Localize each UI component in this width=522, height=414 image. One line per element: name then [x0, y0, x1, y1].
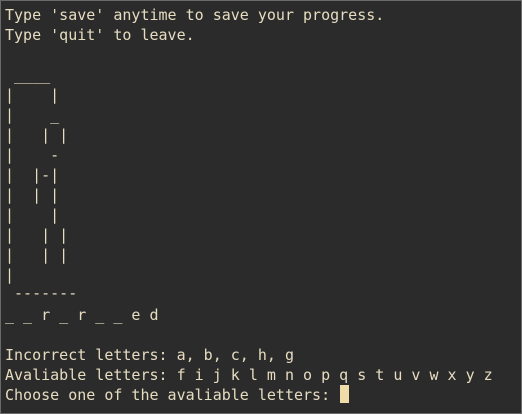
intro-quit-line: Type 'quit' to leave. — [5, 26, 195, 44]
intro-save-line: Type 'save' anytime to save your progres… — [5, 6, 385, 24]
text-cursor[interactable] — [340, 385, 350, 403]
word-pattern: _ _ r _ r _ _ e d — [5, 306, 159, 324]
prompt-text: Choose one of the avaliable letters: — [5, 386, 340, 404]
gallows-row: | _ — [5, 106, 60, 124]
gallows-row: ____ — [5, 66, 51, 84]
gallows-row: | | — [5, 86, 60, 104]
gallows-row: | | | — [5, 226, 69, 244]
gallows-base: ------- — [5, 284, 78, 302]
gallows-row: | |-| — [5, 166, 60, 184]
input-prompt-line[interactable]: Choose one of the avaliable letters: — [5, 385, 350, 405]
gallows-row: | | | — [5, 126, 69, 144]
gallows-row: | - — [5, 146, 60, 164]
incorrect-letters-line: Incorrect letters: a, b, c, h, g — [5, 346, 294, 364]
gallows-row: | — [5, 266, 15, 284]
available-letters-line: Avaliable letters: f i j k l m n o p q s… — [5, 366, 493, 384]
gallows-row: | | — [5, 206, 60, 224]
terminal-window[interactable]: Type 'save' anytime to save your progres… — [0, 0, 522, 414]
gallows-row: | | | — [5, 186, 60, 204]
gallows-row: | | | — [5, 246, 69, 264]
